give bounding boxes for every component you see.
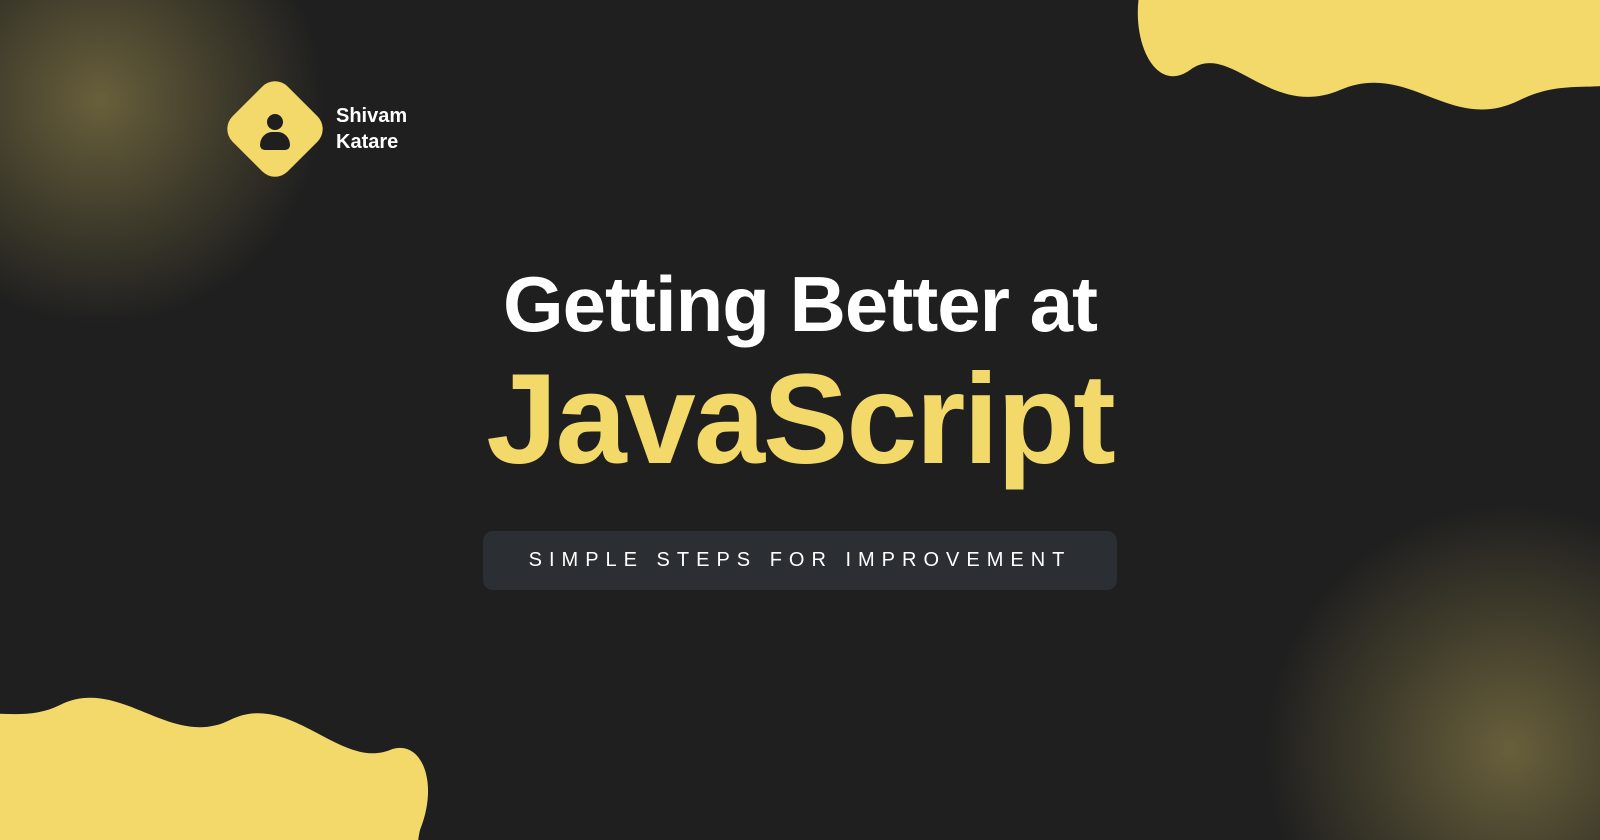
author-name: Shivam Katare (336, 103, 407, 155)
author-avatar-icon (236, 90, 314, 168)
blob-bottom-left (0, 620, 440, 840)
author-badge: Shivam Katare (236, 90, 407, 168)
blob-top-right (1100, 0, 1600, 220)
main-content: Getting Better at JavaScript SIMPLE STEP… (0, 265, 1600, 590)
author-first-name: Shivam (336, 103, 407, 129)
subtitle-pill: SIMPLE STEPS FOR IMPROVEMENT (483, 531, 1118, 590)
title-line-2: JavaScript (486, 353, 1114, 487)
author-last-name: Katare (336, 129, 407, 155)
title-line-1: Getting Better at (503, 265, 1097, 343)
